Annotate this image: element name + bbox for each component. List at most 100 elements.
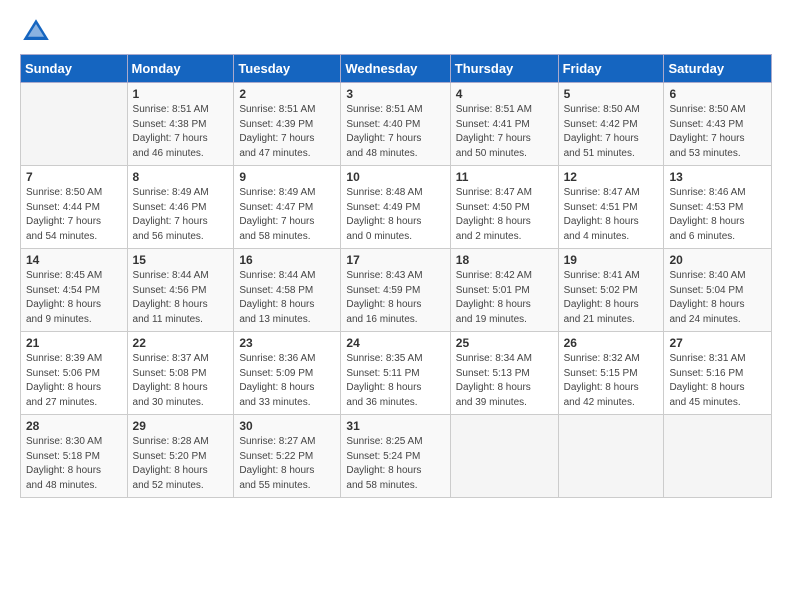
calendar-cell: 18 Sunrise: 8:42 AM Sunset: 5:01 PM Dayli… — [450, 249, 558, 332]
calendar-week-row: 21Sunrise: 8:39 AM Sunset: 5:06 PM Dayli… — [21, 332, 772, 415]
day-header-wednesday: Wednesday — [341, 55, 450, 83]
calendar-cell: 4 Sunrise: 8:51 AM Sunset: 4:41 PM Daylig… — [450, 83, 558, 166]
day-info: Sunrise: 8:48 AM Sunset: 4:49 PM Dayligh… — [346, 186, 444, 244]
calendar-week-row: 14 Sunrise: 8:45 AM Sunset: 4:54 PM Dayli… — [21, 249, 772, 332]
day-info: Sunrise: 8:34 AM Sunset: 5:13 PM Dayligh… — [456, 352, 553, 410]
day-number: 28 — [26, 419, 122, 433]
day-info: Sunrise: 8:32 AM Sunset: 5:15 PM Dayligh… — [564, 352, 659, 410]
day-number: 8 — [133, 170, 229, 184]
day-number: 19 — [564, 253, 659, 267]
logo-icon — [20, 16, 52, 48]
day-number: 13 — [669, 170, 766, 184]
day-header-saturday: Saturday — [664, 55, 772, 83]
calendar-header-row: SundayMondayTuesdayWednesdayThursdayFrid… — [21, 55, 772, 83]
calendar-cell: 31 Sunrise: 8:25 AM Sunset: 5:24 PM Dayli… — [341, 415, 450, 498]
day-number: 5 — [564, 87, 659, 101]
calendar-cell: 11 Sunrise: 8:47 AM Sunset: 4:50 PM Dayli… — [450, 166, 558, 249]
calendar-week-row: 7Sunrise: 8:50 AM Sunset: 4:44 PM Daylig… — [21, 166, 772, 249]
day-info: Sunrise: 8:42 AM Sunset: 5:01 PM Dayligh… — [456, 269, 553, 327]
calendar-cell: 10 Sunrise: 8:48 AM Sunset: 4:49 PM Dayli… — [341, 166, 450, 249]
day-info: Sunrise: 8:44 AM Sunset: 4:58 PM Dayligh… — [239, 269, 335, 327]
calendar-cell: 24Sunrise: 8:35 AM Sunset: 5:11 PM Dayli… — [341, 332, 450, 415]
day-info: Sunrise: 8:45 AM Sunset: 4:54 PM Dayligh… — [26, 269, 122, 327]
calendar-cell: 13 Sunrise: 8:46 AM Sunset: 4:53 PM Dayli… — [664, 166, 772, 249]
day-number: 14 — [26, 253, 122, 267]
day-info: Sunrise: 8:47 AM Sunset: 4:51 PM Dayligh… — [564, 186, 659, 244]
day-number: 4 — [456, 87, 553, 101]
day-number: 22 — [133, 336, 229, 350]
calendar-cell — [558, 415, 664, 498]
day-header-sunday: Sunday — [21, 55, 128, 83]
day-number: 20 — [669, 253, 766, 267]
calendar-cell: 8 Sunrise: 8:49 AM Sunset: 4:46 PM Daylig… — [127, 166, 234, 249]
calendar-cell: 5 Sunrise: 8:50 AM Sunset: 4:42 PM Daylig… — [558, 83, 664, 166]
calendar-cell: 27 Sunrise: 8:31 AM Sunset: 5:16 PM Dayli… — [664, 332, 772, 415]
day-number: 9 — [239, 170, 335, 184]
day-number: 29 — [133, 419, 229, 433]
day-info: Sunrise: 8:50 AM Sunset: 4:43 PM Dayligh… — [669, 103, 766, 161]
calendar-cell: 3 Sunrise: 8:51 AM Sunset: 4:40 PM Daylig… — [341, 83, 450, 166]
calendar-cell: 28 Sunrise: 8:30 AM Sunset: 5:18 PM Dayli… — [21, 415, 128, 498]
calendar-cell: 30 Sunrise: 8:27 AM Sunset: 5:22 PM Dayli… — [234, 415, 341, 498]
calendar-cell: 15 Sunrise: 8:44 AM Sunset: 4:56 PM Dayli… — [127, 249, 234, 332]
day-number: 2 — [239, 87, 335, 101]
day-info: Sunrise: 8:35 AM Sunset: 5:11 PM Dayligh… — [346, 352, 444, 410]
calendar-cell: 2Sunrise: 8:51 AM Sunset: 4:39 PM Daylig… — [234, 83, 341, 166]
calendar-week-row: 28 Sunrise: 8:30 AM Sunset: 5:18 PM Dayli… — [21, 415, 772, 498]
calendar-cell: 29 Sunrise: 8:28 AM Sunset: 5:20 PM Dayli… — [127, 415, 234, 498]
calendar-cell: 20 Sunrise: 8:40 AM Sunset: 5:04 PM Dayli… — [664, 249, 772, 332]
day-number: 31 — [346, 419, 444, 433]
day-info: Sunrise: 8:51 AM Sunset: 4:40 PM Dayligh… — [346, 103, 444, 161]
day-number: 1 — [133, 87, 229, 101]
day-info: Sunrise: 8:25 AM Sunset: 5:24 PM Dayligh… — [346, 435, 444, 493]
calendar-cell: 14 Sunrise: 8:45 AM Sunset: 4:54 PM Dayli… — [21, 249, 128, 332]
page-header — [20, 16, 772, 48]
calendar-cell — [664, 415, 772, 498]
day-info: Sunrise: 8:28 AM Sunset: 5:20 PM Dayligh… — [133, 435, 229, 493]
day-info: Sunrise: 8:46 AM Sunset: 4:53 PM Dayligh… — [669, 186, 766, 244]
calendar-week-row: 1 Sunrise: 8:51 AM Sunset: 4:38 PM Daylig… — [21, 83, 772, 166]
day-number: 27 — [669, 336, 766, 350]
day-number: 30 — [239, 419, 335, 433]
calendar-table: SundayMondayTuesdayWednesdayThursdayFrid… — [20, 54, 772, 498]
day-number: 18 — [456, 253, 553, 267]
day-info: Sunrise: 8:49 AM Sunset: 4:47 PM Dayligh… — [239, 186, 335, 244]
day-info: Sunrise: 8:51 AM Sunset: 4:41 PM Dayligh… — [456, 103, 553, 161]
day-number: 17 — [346, 253, 444, 267]
calendar-cell: 6 Sunrise: 8:50 AM Sunset: 4:43 PM Daylig… — [664, 83, 772, 166]
day-info: Sunrise: 8:37 AM Sunset: 5:08 PM Dayligh… — [133, 352, 229, 410]
day-info: Sunrise: 8:30 AM Sunset: 5:18 PM Dayligh… — [26, 435, 122, 493]
logo — [20, 16, 56, 48]
day-number: 26 — [564, 336, 659, 350]
day-info: Sunrise: 8:50 AM Sunset: 4:42 PM Dayligh… — [564, 103, 659, 161]
day-info: Sunrise: 8:40 AM Sunset: 5:04 PM Dayligh… — [669, 269, 766, 327]
day-number: 6 — [669, 87, 766, 101]
day-number: 3 — [346, 87, 444, 101]
day-info: Sunrise: 8:44 AM Sunset: 4:56 PM Dayligh… — [133, 269, 229, 327]
day-number: 10 — [346, 170, 444, 184]
day-number: 23 — [239, 336, 335, 350]
day-number: 12 — [564, 170, 659, 184]
day-number: 15 — [133, 253, 229, 267]
day-info: Sunrise: 8:43 AM Sunset: 4:59 PM Dayligh… — [346, 269, 444, 327]
calendar-cell: 19 Sunrise: 8:41 AM Sunset: 5:02 PM Dayli… — [558, 249, 664, 332]
calendar-cell: 22 Sunrise: 8:37 AM Sunset: 5:08 PM Dayli… — [127, 332, 234, 415]
calendar-cell: 23Sunrise: 8:36 AM Sunset: 5:09 PM Dayli… — [234, 332, 341, 415]
day-info: Sunrise: 8:27 AM Sunset: 5:22 PM Dayligh… — [239, 435, 335, 493]
day-header-tuesday: Tuesday — [234, 55, 341, 83]
calendar-cell: 1 Sunrise: 8:51 AM Sunset: 4:38 PM Daylig… — [127, 83, 234, 166]
day-number: 11 — [456, 170, 553, 184]
day-number: 25 — [456, 336, 553, 350]
day-header-friday: Friday — [558, 55, 664, 83]
day-info: Sunrise: 8:41 AM Sunset: 5:02 PM Dayligh… — [564, 269, 659, 327]
day-info: Sunrise: 8:31 AM Sunset: 5:16 PM Dayligh… — [669, 352, 766, 410]
calendar-cell: 26 Sunrise: 8:32 AM Sunset: 5:15 PM Dayli… — [558, 332, 664, 415]
calendar-cell — [450, 415, 558, 498]
day-number: 7 — [26, 170, 122, 184]
day-info: Sunrise: 8:47 AM Sunset: 4:50 PM Dayligh… — [456, 186, 553, 244]
calendar-cell: 12 Sunrise: 8:47 AM Sunset: 4:51 PM Dayli… — [558, 166, 664, 249]
day-info: Sunrise: 8:51 AM Sunset: 4:38 PM Dayligh… — [133, 103, 229, 161]
day-number: 21 — [26, 336, 122, 350]
calendar-cell: 25 Sunrise: 8:34 AM Sunset: 5:13 PM Dayli… — [450, 332, 558, 415]
day-info: Sunrise: 8:49 AM Sunset: 4:46 PM Dayligh… — [133, 186, 229, 244]
